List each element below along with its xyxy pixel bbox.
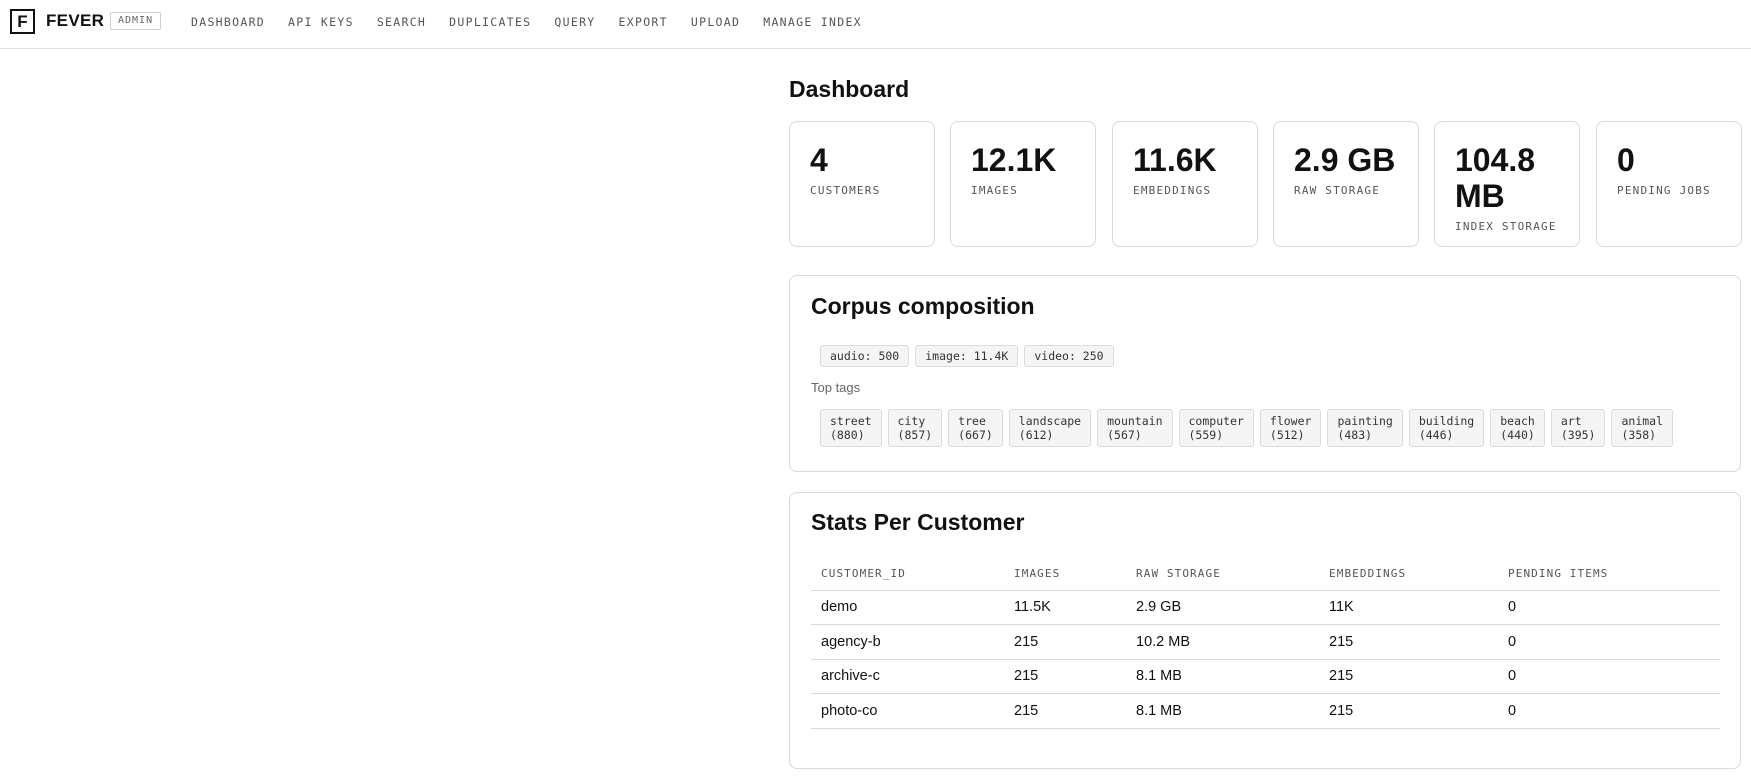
stat-card-pending-jobs: 0 PENDING JOBS bbox=[1596, 121, 1742, 247]
column-header: EMBEDDINGS bbox=[1319, 558, 1498, 591]
table-row: agency-b 215 10.2 MB 215 0 bbox=[811, 624, 1720, 660]
tag-chip: street (880) bbox=[820, 409, 882, 447]
nav-upload[interactable]: UPLOAD bbox=[691, 15, 740, 29]
stat-value: 0 bbox=[1617, 142, 1635, 178]
tag-chip: flower (512) bbox=[1259, 409, 1322, 447]
stat-card-images: 12.1K IMAGES bbox=[950, 121, 1096, 247]
media-chip-audio: audio: 500 bbox=[820, 345, 910, 367]
stat-card-raw-storage: 2.9 GB RAW STORAGE bbox=[1273, 121, 1419, 247]
stat-value: 11.6K bbox=[1133, 142, 1217, 178]
embeddings-cell: 215 bbox=[1319, 624, 1498, 660]
nav-dashboard[interactable]: DASHBOARD bbox=[191, 15, 265, 29]
stat-card-index-storage: 104.8 MB INDEX STORAGE bbox=[1434, 121, 1580, 247]
raw-storage-cell: 8.1 MB bbox=[1126, 659, 1319, 694]
top-tags-label: Top tags bbox=[811, 380, 861, 395]
raw-storage-cell: 8.1 MB bbox=[1126, 693, 1319, 729]
media-type-chips: audio: 500 image: 11.4K video: 250 bbox=[820, 345, 1120, 367]
table-row: archive-c 215 8.1 MB 215 0 bbox=[811, 659, 1720, 694]
stat-label: PENDING JOBS bbox=[1617, 184, 1711, 197]
admin-badge: ADMIN bbox=[110, 12, 162, 30]
nav-duplicates[interactable]: DUPLICATES bbox=[449, 15, 531, 29]
nav-api-keys[interactable]: API KEYS bbox=[288, 15, 354, 29]
page-title: Dashboard bbox=[789, 76, 910, 102]
embeddings-cell: 215 bbox=[1319, 659, 1498, 694]
images-cell: 11.5K bbox=[1004, 590, 1126, 625]
panel-title: Corpus composition bbox=[811, 293, 1035, 319]
images-cell: 215 bbox=[1004, 624, 1126, 660]
stat-label: RAW STORAGE bbox=[1294, 184, 1381, 197]
stat-card-customers: 4 CUSTOMERS bbox=[789, 121, 935, 247]
main-nav: DASHBOARD API KEYS SEARCH DUPLICATES QUE… bbox=[191, 15, 885, 29]
images-cell: 215 bbox=[1004, 659, 1126, 694]
tag-chip: computer (559) bbox=[1178, 409, 1254, 447]
nav-manage-index[interactable]: MANAGE INDEX bbox=[763, 15, 862, 29]
logo-icon[interactable]: F bbox=[10, 9, 35, 34]
pending-items-cell: 0 bbox=[1498, 693, 1720, 729]
media-chip-video: video: 250 bbox=[1024, 345, 1114, 367]
tag-chip: beach (440) bbox=[1490, 409, 1545, 447]
panel-title: Stats Per Customer bbox=[811, 509, 1025, 535]
tag-chip: city (857) bbox=[887, 409, 943, 447]
tag-chip: art (395) bbox=[1550, 409, 1606, 447]
table-header-row: CUSTOMER_ID IMAGES RAW STORAGE EMBEDDING… bbox=[811, 558, 1720, 591]
embeddings-cell: 11K bbox=[1319, 590, 1498, 625]
tag-chip: landscape (612) bbox=[1008, 409, 1092, 447]
pending-items-cell: 0 bbox=[1498, 590, 1720, 625]
stat-value: 12.1K bbox=[971, 142, 1057, 178]
customer-stats-panel: Stats Per Customer CUSTOMER_ID IMAGES RA… bbox=[789, 492, 1741, 769]
brand-name[interactable]: FEVER bbox=[46, 11, 104, 31]
images-cell: 215 bbox=[1004, 693, 1126, 729]
column-header: RAW STORAGE bbox=[1126, 558, 1319, 591]
tag-chip: mountain (567) bbox=[1097, 409, 1173, 447]
nav-query[interactable]: QUERY bbox=[554, 15, 595, 29]
nav-export[interactable]: EXPORT bbox=[619, 15, 668, 29]
column-header: CUSTOMER_ID bbox=[811, 558, 1004, 591]
logo-letter: F bbox=[17, 12, 28, 31]
stat-card-embeddings: 11.6K EMBEDDINGS bbox=[1112, 121, 1258, 247]
tag-chip: animal (358) bbox=[1611, 409, 1674, 447]
embeddings-cell: 215 bbox=[1319, 693, 1498, 729]
tag-chips: street (880) city (857) tree (667) landscap… bbox=[820, 409, 1679, 447]
customer-id-cell: agency-b bbox=[811, 624, 1004, 660]
raw-storage-cell: 10.2 MB bbox=[1126, 624, 1319, 660]
tag-chip: painting (483) bbox=[1327, 409, 1403, 447]
customer-id-cell: archive-c bbox=[811, 659, 1004, 694]
customer-stats-table: CUSTOMER_ID IMAGES RAW STORAGE EMBEDDING… bbox=[811, 558, 1720, 729]
column-header: IMAGES bbox=[1004, 558, 1126, 591]
table-row: demo 11.5K 2.9 GB 11K 0 bbox=[811, 590, 1720, 625]
customer-id-cell: photo-co bbox=[811, 693, 1004, 729]
tag-chip: tree (667) bbox=[948, 409, 1003, 447]
pending-items-cell: 0 bbox=[1498, 659, 1720, 694]
table-row: photo-co 215 8.1 MB 215 0 bbox=[811, 693, 1720, 729]
stat-value: 2.9 GB bbox=[1294, 142, 1396, 178]
column-header: PENDING ITEMS bbox=[1498, 558, 1720, 591]
media-chip-image: image: 11.4K bbox=[915, 345, 1019, 367]
corpus-composition-panel: Corpus composition audio: 500 image: 11.4… bbox=[789, 275, 1741, 472]
stat-label: IMAGES bbox=[971, 184, 1018, 197]
stat-value: 4 bbox=[810, 142, 828, 178]
tag-chip: building (446) bbox=[1408, 409, 1485, 447]
stat-value: 104.8 MB bbox=[1455, 142, 1536, 214]
nav-search[interactable]: SEARCH bbox=[377, 15, 426, 29]
customer-id-cell: demo bbox=[811, 590, 1004, 625]
stat-label: INDEX STORAGE bbox=[1455, 220, 1557, 233]
pending-items-cell: 0 bbox=[1498, 624, 1720, 660]
stat-label: EMBEDDINGS bbox=[1133, 184, 1212, 197]
stat-label: CUSTOMERS bbox=[810, 184, 881, 197]
top-nav-bar: F FEVER ADMIN DASHBOARD API KEYS SEARCH … bbox=[0, 0, 1751, 49]
raw-storage-cell: 2.9 GB bbox=[1126, 590, 1319, 625]
